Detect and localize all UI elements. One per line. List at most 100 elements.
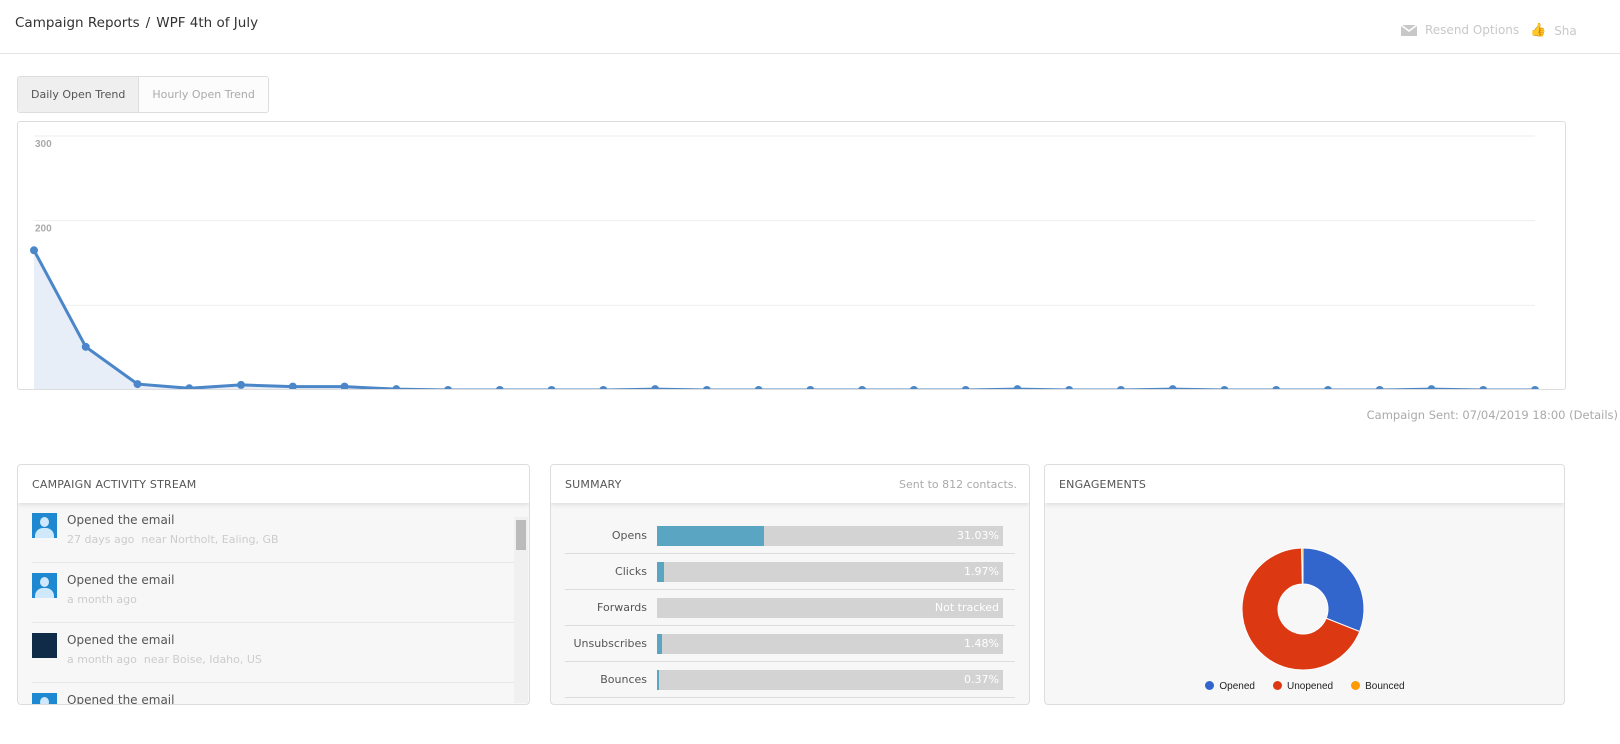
activity-stream-title: CAMPAIGN ACTIVITY STREAM [18, 465, 529, 503]
data-point[interactable] [1324, 386, 1332, 390]
summary-panel: SUMMARY Sent to 812 contacts. Opens 31.03%… [550, 464, 1030, 705]
data-point[interactable] [1065, 386, 1074, 390]
y-tick-label: 200 [35, 224, 52, 235]
summary-title: SUMMARY [565, 478, 622, 491]
legend-item[interactable]: Unopened [1272, 681, 1334, 692]
summary-row-clicks: Clicks 1.97% [565, 554, 1015, 590]
resend-options-label: Resend Options [1425, 23, 1520, 37]
activity-stream-panel: CAMPAIGN ACTIVITY STREAM Opened the emai… [17, 464, 530, 705]
data-point[interactable] [1117, 386, 1125, 390]
engagements-legend: Opened Unopened Bounced [1045, 681, 1564, 692]
data-point[interactable] [340, 382, 349, 390]
engagements-donut [1241, 547, 1365, 671]
breadcrumb-current: WPF 4th of July [156, 15, 259, 31]
legend-label: Unopened [1286, 681, 1334, 692]
summary-bar-fill [657, 633, 663, 654]
engagements-title: ENGAGEMENTS [1045, 465, 1564, 503]
summary-value: 1.97% [964, 564, 999, 578]
data-point[interactable] [702, 386, 711, 390]
y-tick-label: 300 [35, 139, 52, 150]
summary-row-unsubscribes: Unsubscribes 1.48% [565, 626, 1015, 662]
person-avatar-icon [32, 693, 57, 704]
page-header: Campaign Reports / WPF 4th of July Resend … [0, 0, 1620, 54]
data-point[interactable] [858, 386, 867, 390]
campaign-sent-info[interactable]: Campaign Sent: 07/04/2019 18:00 (Details… [0, 408, 1620, 422]
engagements-panel: ENGAGEMENTS Opened Unopened Bounced [1044, 464, 1565, 705]
legend-label: Opened [1219, 681, 1255, 692]
activity-action: Opened the email [67, 513, 175, 527]
data-point[interactable] [806, 386, 815, 390]
breadcrumb-parent[interactable]: Campaign Reports [15, 15, 140, 31]
data-point[interactable] [288, 382, 297, 390]
summary-value: 31.03% [957, 528, 999, 542]
envelope-icon [1401, 24, 1417, 36]
open-trend-chart: 100200300 [17, 121, 1566, 390]
summary-label: Bounces [600, 673, 647, 686]
share-button[interactable]: 👍 Sha [1530, 23, 1577, 38]
data-point[interactable] [1013, 385, 1022, 390]
summary-bar: 31.03% [657, 525, 1003, 546]
data-point[interactable] [185, 384, 194, 390]
data-point[interactable] [495, 386, 504, 390]
summary-bar: 0.37% [657, 669, 1003, 690]
data-point[interactable] [754, 386, 763, 390]
activity-action: Opened the email [67, 693, 175, 705]
resend-options-button[interactable]: Resend Options [1401, 23, 1519, 37]
data-point[interactable] [1531, 386, 1539, 390]
activity-item[interactable]: Opened the email a month ago near Boise, … [32, 623, 514, 683]
series-line [32, 249, 1535, 389]
data-point[interactable] [1375, 386, 1384, 390]
activity-action: Opened the email [67, 573, 175, 587]
activity-time: a month ago [67, 653, 137, 666]
data-point[interactable] [1168, 385, 1177, 390]
summary-bar: 1.97% [657, 561, 1003, 582]
activity-meta: a month ago near Boise, Idaho, US [67, 653, 262, 666]
data-point[interactable] [237, 380, 246, 389]
data-point[interactable] [910, 386, 918, 390]
data-point[interactable] [444, 386, 452, 390]
data-point[interactable] [1427, 385, 1436, 390]
data-point[interactable] [81, 342, 90, 351]
summary-label: Unsubscribes [573, 637, 647, 650]
tab-hourly-open-trend[interactable]: Hourly Open Trend [139, 77, 268, 112]
activity-item[interactable]: Opened the email a month ago [32, 563, 514, 623]
summary-bar-fill [657, 561, 664, 582]
donut-slice-opened[interactable] [1302, 547, 1365, 633]
sent-count: Sent to 812 contacts. [899, 478, 1017, 491]
person-avatar-icon [32, 513, 57, 538]
summary-value: Not tracked [934, 600, 999, 614]
tab-daily-open-trend[interactable]: Daily Open Trend [18, 77, 140, 112]
data-point[interactable] [547, 386, 556, 390]
summary-bar-fill [657, 525, 765, 546]
data-point[interactable] [1220, 386, 1229, 390]
activity-action: Opened the email [67, 633, 175, 647]
activity-location: near Boise, Idaho, US [143, 653, 262, 666]
data-point[interactable] [30, 246, 38, 255]
scrollbar-thumb[interactable] [516, 520, 526, 550]
donut-slice-bounced[interactable] [1301, 547, 1304, 585]
summary-value: 0.37% [964, 672, 999, 686]
legend-item[interactable]: Opened [1205, 681, 1255, 692]
data-point[interactable] [1272, 386, 1281, 390]
data-point[interactable] [651, 385, 660, 390]
activity-scrollbar[interactable] [514, 517, 528, 703]
summary-row-bounces: Bounces 0.37% [565, 662, 1015, 698]
summary-label: Forwards [597, 601, 647, 614]
legend-item[interactable]: Bounced [1351, 681, 1405, 692]
data-point[interactable] [392, 385, 401, 390]
data-point[interactable] [599, 386, 608, 390]
data-point[interactable] [1479, 386, 1488, 390]
share-label: Sha [1554, 23, 1577, 38]
summary-row-opens: Opens 31.03% [565, 518, 1015, 554]
summary-bar: 1.48% [657, 633, 1003, 654]
data-point[interactable] [133, 380, 142, 389]
breadcrumb: Campaign Reports / WPF 4th of July [15, 15, 258, 31]
data-point[interactable] [961, 386, 970, 390]
activity-time: 27 days ago [67, 533, 135, 546]
legend-dot-icon [1351, 681, 1361, 690]
summary-rows: Opens 31.03% Clicks 1.97% Forwards Not tracke… [551, 503, 1029, 698]
activity-time: a month ago [67, 593, 137, 606]
line-chart-svg: 100200300 [30, 135, 1539, 390]
activity-item[interactable]: Opened the email 27 days ago near Northol… [32, 503, 514, 563]
activity-item[interactable]: Opened the email [32, 683, 514, 705]
